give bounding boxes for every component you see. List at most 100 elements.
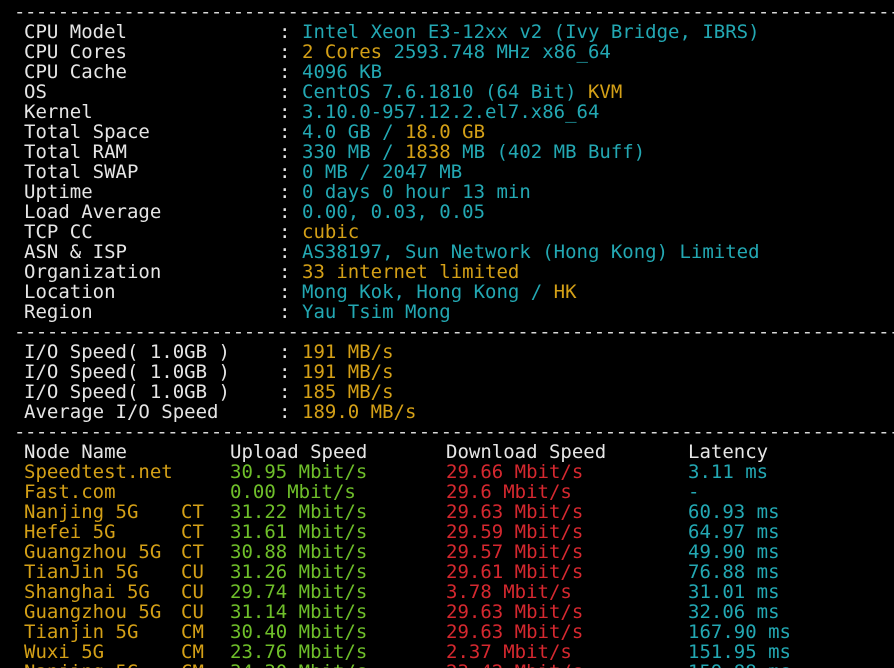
info-label: OS [24, 81, 47, 103]
info-row: Load Average:0.00, 0.03, 0.05 [0, 202, 894, 222]
info-label: Organization [24, 261, 162, 283]
node-name: Nanjing 5G [24, 662, 138, 668]
info-label: CPU Cache [24, 61, 127, 83]
table-row: Nanjing 5G CM 34.30 Mbit/s 23.42 Mbit/s 159.… [0, 662, 894, 668]
latency: 64.97 ms [688, 521, 780, 543]
info-value: 4096 KB [302, 62, 382, 82]
info-label: Load Average [24, 201, 162, 223]
io-colon: : [279, 361, 291, 383]
info-row: CPU Model: Intel Xeon E3-12xx v2 (Ivy Bri… [0, 22, 894, 42]
download-speed: 29.61 Mbit/s [446, 561, 584, 583]
info-value-part: 2593.748 MHz x86_64 [393, 41, 611, 63]
info-value: 330 MB / 1838 MB (402 MB Buff) [302, 142, 645, 162]
node-isp: CT [181, 521, 204, 543]
node-name: Shanghai 5G [24, 581, 150, 603]
separator-line: ----------------------------------------… [14, 421, 894, 443]
info-colon: : [279, 261, 291, 283]
info-value-part: 0 days 0 hour 13 min [302, 181, 531, 203]
node-name: Hefei 5G [24, 521, 116, 543]
info-value-part: 1838 [404, 141, 451, 163]
info-value-part: Mong Kok, Hong Kong / [302, 281, 554, 303]
info-row: Kernel:3.10.0-957.12.2.el7.x86_64 [0, 102, 894, 122]
node-isp: CT [181, 501, 204, 523]
separator-line: ----------------------------------------… [14, 1, 894, 23]
latency: 32.06 ms [688, 601, 780, 623]
download-speed: 3.78 Mbit/s [446, 581, 572, 603]
info-row: Organization:33 internet limited [0, 262, 894, 282]
info-colon: : [279, 121, 291, 143]
info-value-part: 4096 KB [302, 61, 383, 83]
info-value: 0.00, 0.03, 0.05 [302, 202, 485, 222]
info-value-part: 0.00, 0.03, 0.05 [302, 201, 486, 223]
info-colon: : [279, 161, 291, 183]
info-label: Location [24, 281, 116, 303]
info-row: CPU Cache:4096 KB [0, 62, 894, 82]
info-value: cubic [302, 222, 359, 242]
header-node-name: Node Name [24, 441, 127, 463]
speed-table-header: Node Name Upload Speed Download Speed La… [0, 442, 894, 462]
download-speed: 29.63 Mbit/s [446, 501, 584, 523]
node-isp: CT [181, 541, 204, 563]
info-value: Intel Xeon E3-12xx v2 (Ivy Bridge, IBRS) [302, 22, 760, 42]
info-value-part: 4.0 GB / [302, 121, 405, 143]
io-label: I/O Speed( 1.0GB ) [24, 361, 230, 383]
upload-speed: 31.61 Mbit/s [230, 521, 368, 543]
info-row: TCP CC: cubic [0, 222, 894, 242]
latency: 60.93 ms [688, 501, 780, 523]
node-isp: CM [181, 641, 204, 663]
latency: 31.01 ms [688, 581, 780, 603]
info-value-part: KVM [587, 81, 623, 103]
upload-speed: 23.76 Mbit/s [230, 641, 368, 663]
header-upload-speed: Upload Speed [230, 441, 368, 463]
upload-speed: 30.40 Mbit/s [230, 621, 368, 643]
node-isp: CM [181, 662, 204, 668]
info-colon: : [279, 81, 291, 103]
info-value: 0 MB / 2047 MB [302, 162, 462, 182]
download-speed: 29.66 Mbit/s [446, 461, 584, 483]
info-colon: : [279, 241, 291, 263]
info-value-part: 33 internet limited [302, 261, 520, 283]
info-row: Total SWAP:0 MB / 2047 MB [0, 162, 894, 182]
node-isp: CU [181, 601, 204, 623]
info-colon: : [279, 201, 291, 223]
latency: 151.95 ms [688, 641, 791, 663]
io-colon: : [279, 341, 291, 363]
table-row: Guangzhou 5G CT 30.88 Mbit/s 29.57 Mbit/s 49… [0, 542, 894, 562]
info-value-part: 0 MB / 2047 MB [302, 161, 463, 183]
info-label: ASN & ISP [24, 241, 127, 263]
io-value: 185 MB/s [302, 381, 394, 403]
table-row: Wuxi 5G CM 23.76 Mbit/s 2.37 Mbit/s 151.95 m… [0, 642, 894, 662]
io-value: 191 MB/s [302, 341, 394, 363]
table-row: TianJin 5G CU 31.26 Mbit/s 29.61 Mbit/s 76.8… [0, 562, 894, 582]
node-isp: CU [181, 561, 204, 583]
io-colon: : [279, 401, 291, 423]
info-label: Total RAM [24, 141, 127, 163]
latency: 49.90 ms [688, 541, 780, 563]
info-value: CentOS 7.6.1810 (64 Bit) KVM [302, 82, 622, 102]
download-speed: 29.6 Mbit/s [446, 481, 572, 503]
info-value-part: AS38197, Sun Network (Hong Kong) Limited [302, 241, 760, 263]
table-row: Hefei 5G CT 31.61 Mbit/s 29.59 Mbit/s 64.97 … [0, 522, 894, 542]
info-colon: : [279, 141, 291, 163]
info-colon: : [279, 301, 291, 323]
latency: 76.88 ms [688, 561, 780, 583]
latency: 167.90 ms [688, 621, 791, 643]
terminal-window[interactable]: ----------------------------------------… [0, 0, 894, 668]
info-label: CPU Cores [24, 41, 127, 63]
upload-speed: 31.14 Mbit/s [230, 601, 368, 623]
info-label: Total Space [24, 121, 150, 143]
node-name: Tianjin 5G [24, 621, 139, 643]
download-speed: 29.63 Mbit/s [446, 621, 584, 643]
node-isp: CU [181, 581, 204, 603]
node-name: Nanjing 5G [24, 501, 139, 523]
io-label: I/O Speed( 1.0GB ) [24, 381, 230, 403]
info-row: Total RAM:330 MB / 1838 MB (402 MB Buff) [0, 142, 894, 162]
info-colon: : [279, 281, 291, 303]
info-row: OS: CentOS 7.6.1810 (64 Bit) KVM [0, 82, 894, 102]
io-value: 189.0 MB/s [302, 401, 417, 423]
info-row: Region: Yau Tsim Mong [0, 302, 894, 322]
table-row: Tianjin 5G CM 30.40 Mbit/s 29.63 Mbit/s 167.… [0, 622, 894, 642]
latency: - [688, 481, 700, 503]
node-isp: CM [181, 621, 204, 643]
node-name: Speedtest.net [24, 461, 173, 483]
